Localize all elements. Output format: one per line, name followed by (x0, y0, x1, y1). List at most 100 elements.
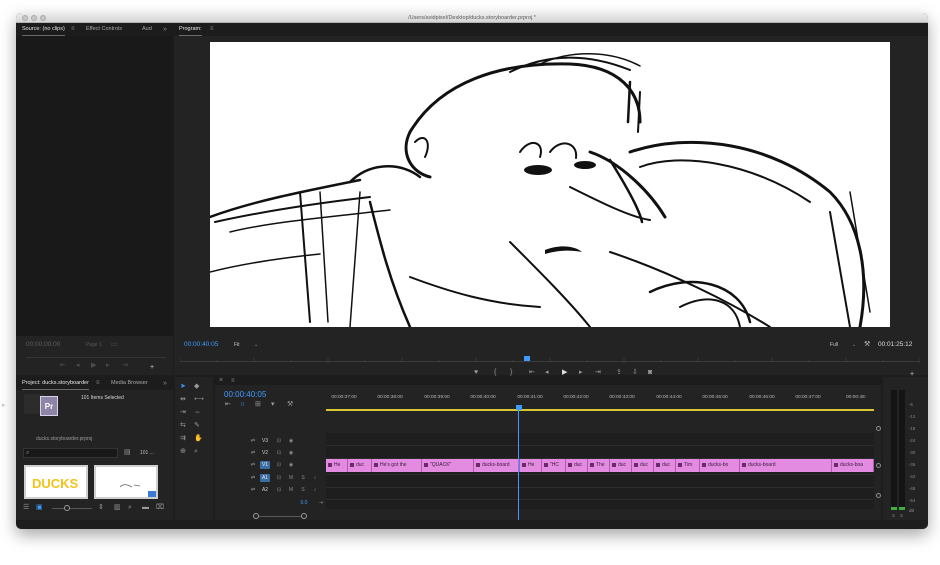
timeline-playhead-handle[interactable] (516, 405, 522, 410)
source-timecode[interactable]: 00;00;00;00 (26, 341, 60, 348)
fit-dropdown[interactable]: Fit (234, 342, 240, 348)
project-thumbnail-sketch[interactable] (94, 465, 158, 499)
sync-lock-icon[interactable]: ⇄ (248, 486, 258, 494)
play-stop-icon[interactable]: ▶ (562, 369, 567, 377)
timeline-close-icon[interactable]: × (219, 377, 223, 385)
timeline-clip[interactable]: duc (610, 459, 632, 472)
toggle-output-eye-icon[interactable]: ◉ (286, 437, 296, 445)
source-scrub-bar[interactable] (26, 357, 166, 358)
list-view-icon[interactable]: ☰ (23, 504, 29, 512)
icon-view-icon[interactable]: ▣ (36, 504, 43, 512)
quality-dropdown[interactable]: Full (830, 342, 838, 348)
program-playhead-timecode[interactable]: 00:00:40:05 (184, 341, 218, 348)
timeline-clip[interactable]: duc (654, 459, 676, 472)
timeline-clip[interactable]: ducks-board (474, 459, 520, 472)
solo-left-button[interactable]: S (892, 513, 895, 518)
mark-in-icon[interactable]: ⇤ (60, 362, 66, 370)
timeline-clip[interactable]: duc (566, 459, 588, 472)
target-track-icon[interactable]: ⊡ (274, 461, 284, 469)
automate-icon[interactable]: ▥ (114, 504, 121, 512)
scroll-handle-top[interactable] (876, 426, 881, 431)
mark-out-icon[interactable]: ⇥ (122, 362, 128, 370)
track-select-tool-icon[interactable]: ◆ (194, 383, 199, 391)
work-area-bar[interactable] (326, 409, 874, 411)
go-to-out-icon[interactable]: ⇥ (595, 369, 601, 377)
sort-icon[interactable]: ⇕ (98, 504, 104, 512)
track-name-v1[interactable]: V1 (260, 461, 270, 469)
new-bin-icon[interactable]: ▤ (124, 449, 131, 457)
timeline-clip[interactable]: duc (348, 459, 372, 472)
zoom-tool-icon[interactable]: ⌕ (194, 448, 198, 456)
voice-over-mic-icon[interactable]: ♪ (310, 474, 320, 482)
snap-icon[interactable]: ∩ (240, 401, 245, 409)
add-marker-timeline-icon[interactable]: ▾ (271, 401, 275, 409)
toggle-output-eye-icon[interactable]: ◉ (286, 449, 296, 457)
solo-track-button[interactable]: S (298, 474, 308, 482)
timeline-clip[interactable]: He (520, 459, 542, 472)
trash-icon[interactable]: ⌧ (156, 504, 164, 512)
timeline-clip[interactable]: He's got the (372, 459, 422, 472)
lift-icon[interactable]: ⇪ (616, 369, 622, 377)
voice-over-mic-icon[interactable]: ♪ (310, 486, 320, 494)
pen-tool-icon[interactable]: ✎ (194, 422, 200, 430)
insert-sequence-icon[interactable]: ⇤ (225, 401, 231, 409)
timeline-zoom-scrollbar[interactable] (255, 516, 305, 517)
razor-tool-icon[interactable]: ⇥ (180, 409, 186, 417)
timeline-clip[interactable]: ducks-boa (832, 459, 874, 472)
slip-tool-icon[interactable]: ⇆ (180, 422, 186, 430)
new-bin-bottom-icon[interactable]: ▬ (142, 504, 149, 512)
timeline-menu-icon[interactable]: ≡ (231, 377, 235, 385)
track-name-a2[interactable]: A2 (260, 486, 270, 494)
zoom-slider[interactable] (52, 508, 92, 509)
sync-lock-icon[interactable]: ⇄ (248, 449, 258, 457)
timeline-clip[interactable]: He (326, 459, 348, 472)
zoom-slider-handle[interactable] (64, 505, 70, 511)
target-track-icon[interactable]: ⊡ (274, 474, 284, 482)
tab-audio[interactable]: Aud (142, 23, 152, 36)
zoom-scroll-left-handle[interactable] (253, 513, 259, 519)
go-to-end-icon[interactable]: ⇥ (316, 499, 326, 507)
sync-lock-icon[interactable]: ⇄ (248, 474, 258, 482)
slide-tool-icon[interactable]: ⇉ (180, 435, 186, 443)
timeline-clip[interactable]: ducks-board (740, 459, 832, 472)
ripple-edit-tool-icon[interactable]: ⇹ (180, 396, 186, 404)
tab-program[interactable]: Program: (179, 23, 202, 36)
timeline-clip[interactable]: The (588, 459, 610, 472)
zoom-scroll-right-handle[interactable] (301, 513, 307, 519)
zoom-in-tool-icon[interactable]: ⊕ (180, 448, 186, 456)
panel-menu-icon[interactable]: ≡ (71, 23, 75, 36)
sync-lock-icon[interactable]: ⇄ (248, 461, 258, 469)
go-to-in-icon[interactable]: ⇤ (529, 369, 535, 377)
timeline-clip[interactable]: "QUACK" (422, 459, 474, 472)
timeline-ruler[interactable]: 00:00:37:00 00:00:38:00 00:00:39:00 00:0… (326, 395, 874, 411)
target-track-icon[interactable]: ⊡ (274, 437, 284, 445)
scroll-handle-mid[interactable] (876, 463, 881, 468)
toggle-output-eye-icon[interactable]: ◉ (286, 461, 296, 469)
tab-source[interactable]: Source: (no clips) (22, 23, 65, 36)
timeline-settings-icon[interactable]: ⚒ (287, 401, 293, 409)
play-icon[interactable]: ▶ (91, 362, 96, 370)
mark-out-button-icon[interactable]: } (510, 369, 512, 377)
linked-selection-icon[interactable]: ⊞ (255, 401, 261, 409)
tab-project[interactable]: Project: ducks.storyboarder (22, 377, 89, 390)
track-name-v2[interactable]: V2 (260, 449, 270, 457)
mute-track-button[interactable]: M (286, 474, 296, 482)
source-settings-icon[interactable]: ▭ (111, 341, 118, 349)
hand-tool-icon[interactable]: ✋ (194, 435, 203, 443)
solo-track-button[interactable]: S (298, 486, 308, 494)
target-track-icon[interactable]: ⊡ (274, 486, 284, 494)
rolling-edit-tool-icon[interactable]: ⟷ (194, 396, 204, 404)
mark-in-button-icon[interactable]: { (494, 369, 496, 377)
step-back-one-frame-icon[interactable]: ◂ (545, 369, 549, 377)
more-tabs-icon[interactable]: » (163, 23, 167, 36)
source-add-button-icon[interactable]: + (150, 364, 154, 372)
timeline-timecode[interactable]: 00:00:40:05 (224, 390, 266, 399)
tab-media-browser[interactable]: Media Browser (111, 377, 148, 390)
solo-right-button[interactable]: S (900, 513, 903, 518)
project-more-tabs-icon[interactable]: » (163, 377, 167, 390)
project-search-input[interactable]: ⌕ (23, 448, 118, 458)
export-frame-icon[interactable]: ◙ (648, 369, 652, 377)
track-name-v3[interactable]: V3 (260, 437, 270, 445)
rate-stretch-tool-icon[interactable]: ⇔ (194, 409, 201, 417)
target-track-icon[interactable]: ⊡ (274, 449, 284, 457)
